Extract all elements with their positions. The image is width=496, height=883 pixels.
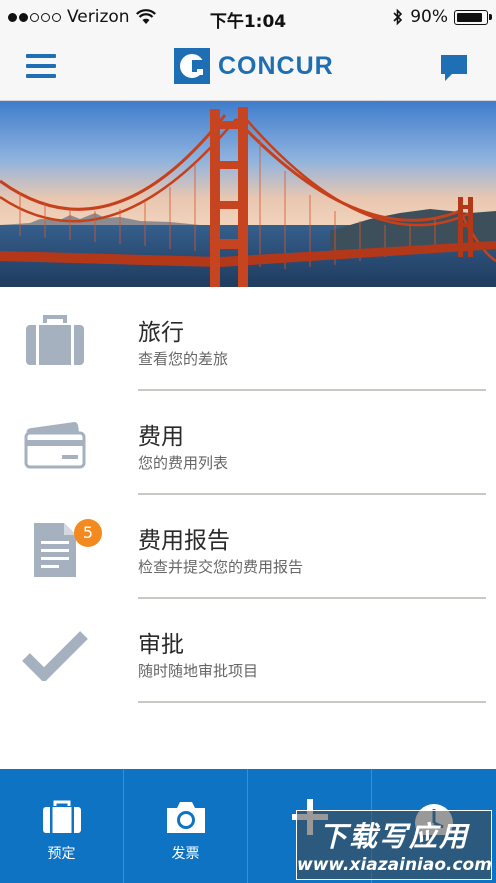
menu-item-subtitle: 随时随地审批项目 xyxy=(138,662,259,680)
menu-item-travel[interactable]: 旅行 查看您的差旅 xyxy=(0,287,496,391)
hero-bridge-image xyxy=(0,101,496,287)
tab-receipts[interactable]: 发票 xyxy=(124,769,247,883)
logo-text: CONCUR xyxy=(218,51,334,80)
menu-item-title: 费用 xyxy=(138,424,184,450)
menu-item-title: 旅行 xyxy=(138,320,184,346)
menu-item-subtitle: 检查并提交您的费用报告 xyxy=(138,558,304,576)
divider xyxy=(138,701,486,703)
battery-icon xyxy=(454,9,492,25)
credit-card-icon xyxy=(24,422,86,469)
tab-label: 发票 xyxy=(171,846,200,862)
checkmark-icon xyxy=(22,631,88,681)
chat-icon[interactable] xyxy=(438,52,470,84)
watermark: 下载写应用 www.xiazainiao.com xyxy=(296,810,492,880)
status-bar: Verizon 下午1:04 90% xyxy=(0,0,496,36)
bluetooth-icon xyxy=(393,8,403,26)
menu-item-title: 费用报告 xyxy=(138,528,230,554)
hamburger-icon xyxy=(26,54,56,58)
main-menu-list: 旅行 查看您的差旅 费用 您的费用列表 费用报告 检查并提交您的费用报告 审批 … xyxy=(0,287,496,703)
menu-item-expense-report[interactable]: 费用报告 检查并提交您的费用报告 xyxy=(0,495,496,599)
concur-logo-icon xyxy=(174,48,210,84)
camera-icon xyxy=(167,802,205,833)
tab-label: 预定 xyxy=(47,846,76,862)
watermark-url: www.xiazainiao.com xyxy=(297,855,492,875)
report-count-badge: 5 xyxy=(74,519,102,547)
watermark-title: 下载写应用 xyxy=(318,820,469,853)
concur-logo: CONCUR xyxy=(174,48,334,84)
menu-item-expense[interactable]: 费用 您的费用列表 xyxy=(0,391,496,495)
menu-item-approvals[interactable]: 审批 随时随地审批项目 xyxy=(0,599,496,703)
hamburger-menu-button[interactable] xyxy=(26,54,56,80)
nav-bar: CONCUR xyxy=(0,36,496,101)
menu-item-subtitle: 查看您的差旅 xyxy=(138,350,229,368)
briefcase-icon xyxy=(43,800,81,833)
battery-percent: 90% xyxy=(410,7,448,27)
suitcase-icon xyxy=(26,315,84,365)
status-right: 90% xyxy=(392,7,492,27)
tab-booking[interactable]: 预定 xyxy=(0,769,123,883)
menu-item-title: 审批 xyxy=(138,632,184,658)
menu-item-subtitle: 您的费用列表 xyxy=(138,454,229,472)
